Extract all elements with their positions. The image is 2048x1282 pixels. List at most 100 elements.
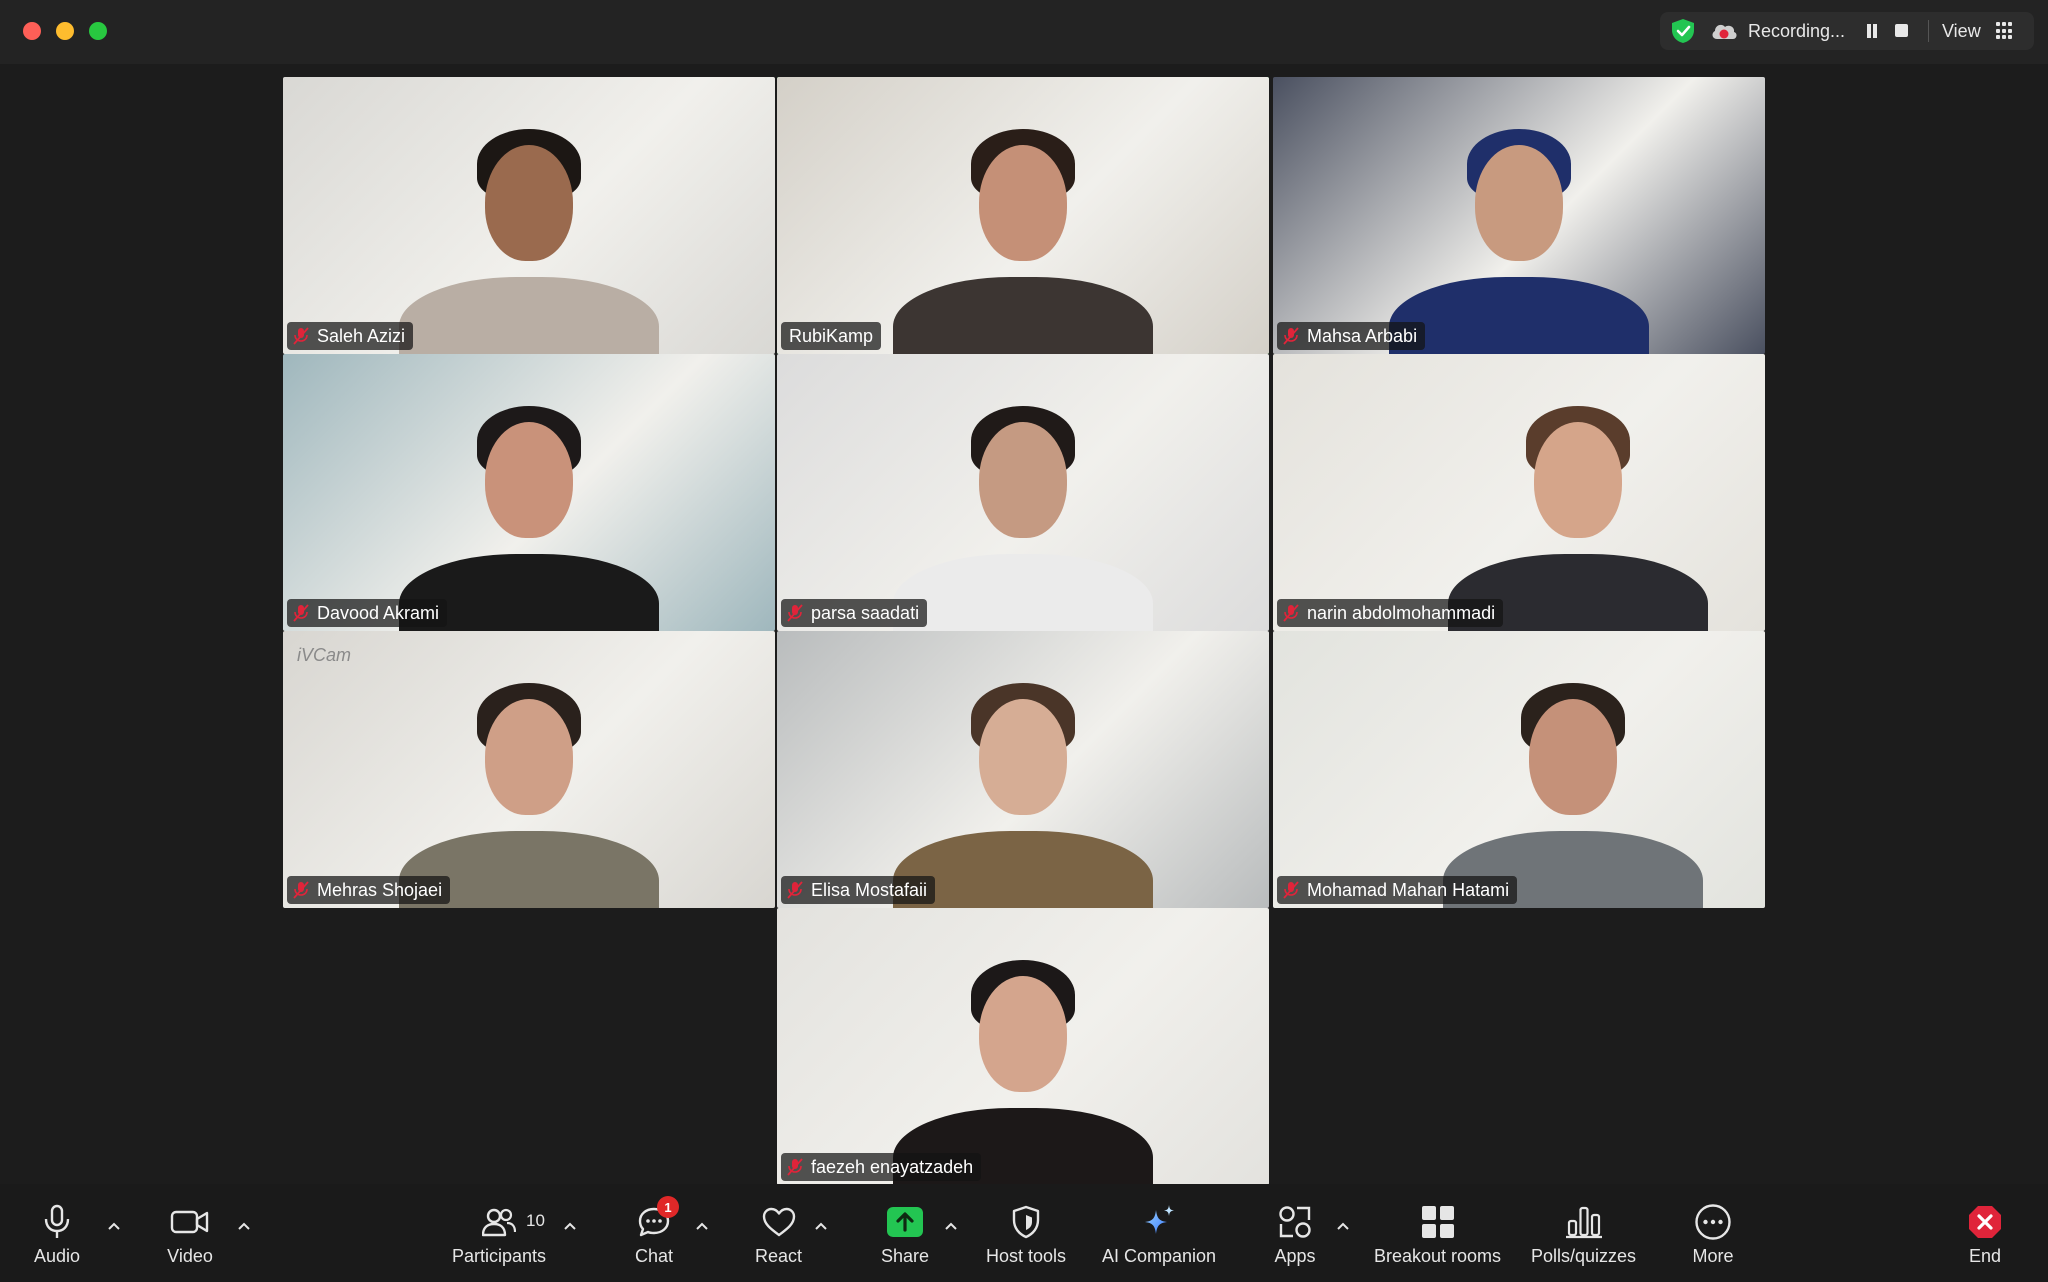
participant-video-feed	[283, 354, 775, 631]
muted-microphone-icon	[293, 327, 309, 345]
muted-microphone-icon	[1283, 881, 1299, 899]
participant-video-tile[interactable]: Saleh Azizi	[283, 77, 775, 354]
end-meeting-button[interactable]: End	[1962, 1202, 2008, 1267]
shield-icon	[1003, 1202, 1049, 1242]
cloud-recording-icon	[1712, 24, 1737, 39]
sparkle-icon	[1136, 1202, 1182, 1242]
chat-button[interactable]: 1 Chat	[631, 1196, 679, 1267]
share-screen-icon	[882, 1202, 928, 1242]
apps-icon	[1272, 1202, 1318, 1242]
participant-video-tile[interactable]: faezeh enayatzadeh	[777, 908, 1269, 1185]
polls-quizzes-button[interactable]: Polls/quizzes	[1531, 1202, 1636, 1267]
participants-count: 10	[526, 1211, 545, 1230]
stop-recording-button[interactable]	[1895, 24, 1908, 37]
participant-video-tile[interactable]: parsa saadati	[777, 354, 1269, 631]
participant-name: Davood Akrami	[317, 602, 440, 623]
participant-video-feed	[1273, 631, 1765, 908]
muted-microphone-icon	[787, 1158, 803, 1176]
muted-microphone-icon	[1283, 327, 1299, 345]
participant-name-tag: Mahsa Arbabi	[1277, 322, 1426, 350]
participant-name-tag: Saleh Azizi	[287, 322, 414, 350]
security-shield-icon[interactable]	[1670, 18, 1696, 44]
meeting-toolbar: Audio Video 10 Participants 1 Chat React	[0, 1184, 2048, 1282]
participant-name: Saleh Azizi	[317, 325, 406, 346]
participant-video-feed	[283, 77, 775, 354]
participant-video-tile[interactable]: iVCam Mehras Shojaei	[283, 631, 775, 908]
participants-icon: 10	[476, 1202, 545, 1242]
participant-name-tag: Mehras Shojaei	[287, 876, 451, 904]
participant-video-tile[interactable]: Davood Akrami	[283, 354, 775, 631]
participant-video-tile[interactable]: Mahsa Arbabi	[1273, 77, 1765, 354]
host-tools-label: Host tools	[986, 1246, 1067, 1266]
bar-chart-icon	[1561, 1202, 1607, 1242]
more-label: More	[1692, 1246, 1734, 1266]
participant-name-tag: narin abdolmohammadi	[1277, 599, 1504, 627]
participant-video-feed	[1273, 77, 1765, 354]
breakout-rooms-label: Breakout rooms	[1374, 1246, 1502, 1266]
participant-video-feed	[777, 77, 1269, 354]
unread-chat-badge: 1	[657, 1196, 679, 1218]
participant-name: Mahsa Arbabi	[1307, 325, 1418, 346]
participant-video-feed	[777, 631, 1269, 908]
react-options-chevron-icon[interactable]	[811, 1216, 831, 1236]
muted-microphone-icon	[293, 881, 309, 899]
breakout-rooms-icon	[1415, 1202, 1461, 1242]
share-screen-button[interactable]: Share	[881, 1202, 929, 1267]
participant-name-tag: Mohamad Mahan Hatami	[1277, 876, 1518, 904]
breakout-rooms-button[interactable]: Breakout rooms	[1374, 1202, 1501, 1267]
audio-label: Audio	[34, 1246, 81, 1266]
audio-button[interactable]: Audio	[34, 1202, 80, 1267]
participant-name-tag: faezeh enayatzadeh	[781, 1153, 982, 1181]
gallery-grid-icon[interactable]	[1996, 22, 2014, 40]
participant-video-tile[interactable]: Elisa Mostafaii	[777, 631, 1269, 908]
video-button[interactable]: Video	[167, 1202, 213, 1267]
participant-video-tile[interactable]: narin abdolmohammadi	[1273, 354, 1765, 631]
participants-button[interactable]: 10 Participants	[452, 1202, 546, 1267]
video-gallery: Saleh Azizi RubiKamp Mahsa Arbabi Davood Ak…	[0, 64, 2048, 1185]
participant-name-tag: RubiKamp	[781, 322, 882, 350]
more-dots-icon	[1690, 1202, 1736, 1242]
video-label: Video	[167, 1246, 213, 1266]
react-label: React	[755, 1246, 803, 1266]
participant-name-tag: Elisa Mostafaii	[781, 876, 936, 904]
apps-button[interactable]: Apps	[1272, 1202, 1318, 1267]
participant-name: Mohamad Mahan Hatami	[1307, 879, 1510, 900]
participant-name: faezeh enayatzadeh	[811, 1156, 974, 1177]
apps-label: Apps	[1274, 1246, 1316, 1266]
participant-video-tile[interactable]: Mohamad Mahan Hatami	[1273, 631, 1765, 908]
host-tools-button[interactable]: Host tools	[986, 1202, 1066, 1267]
video-options-chevron-icon[interactable]	[234, 1216, 254, 1236]
more-button[interactable]: More	[1690, 1202, 1736, 1267]
participant-name-tag: parsa saadati	[781, 599, 928, 627]
participant-video-feed	[777, 354, 1269, 631]
view-button[interactable]: View	[1942, 21, 1981, 42]
muted-microphone-icon	[787, 881, 803, 899]
chat-options-chevron-icon[interactable]	[692, 1216, 712, 1236]
ai-companion-label: AI Companion	[1102, 1246, 1217, 1266]
chat-bubble-icon: 1	[631, 1196, 679, 1242]
end-label: End	[1968, 1246, 2002, 1266]
video-camera-icon	[167, 1202, 213, 1242]
react-button[interactable]: React	[755, 1202, 802, 1267]
participants-options-chevron-icon[interactable]	[560, 1216, 580, 1236]
participant-name: Mehras Shojaei	[317, 879, 443, 900]
close-window-button[interactable]	[23, 22, 41, 40]
camera-app-watermark: iVCam	[297, 645, 352, 665]
pause-recording-button[interactable]	[1865, 24, 1879, 38]
microphone-icon	[34, 1202, 80, 1242]
minimize-window-button[interactable]	[56, 22, 74, 40]
share-options-chevron-icon[interactable]	[941, 1216, 961, 1236]
heart-icon	[756, 1202, 802, 1242]
participant-video-feed	[777, 908, 1269, 1185]
participant-video-tile[interactable]: RubiKamp	[777, 77, 1269, 354]
participant-name-tag: Davood Akrami	[287, 599, 448, 627]
participant-video-feed	[283, 631, 775, 908]
zoom-window-button[interactable]	[89, 22, 107, 40]
apps-options-chevron-icon[interactable]	[1333, 1216, 1353, 1236]
participant-name: RubiKamp	[789, 325, 874, 346]
title-bar: Recording... View	[0, 0, 2048, 64]
ai-companion-button[interactable]: AI Companion	[1102, 1202, 1216, 1267]
recording-label: Recording...	[1748, 21, 1846, 41]
chat-label: Chat	[634, 1246, 674, 1266]
audio-options-chevron-icon[interactable]	[104, 1216, 124, 1236]
